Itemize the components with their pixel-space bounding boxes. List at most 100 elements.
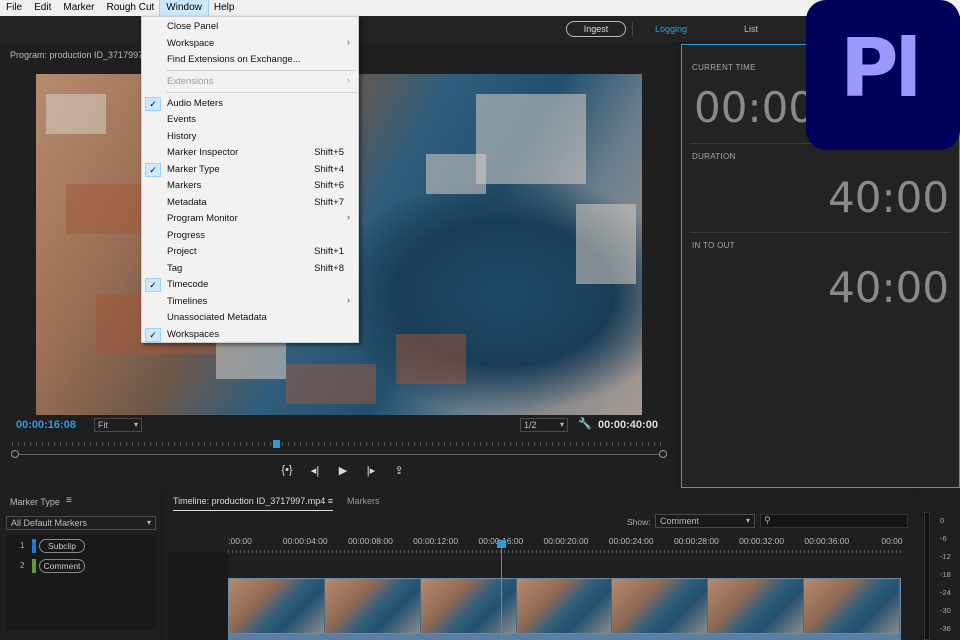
menu-item-label: Tag bbox=[167, 263, 183, 274]
menu-edit[interactable]: Edit bbox=[28, 0, 57, 16]
db-scale-label: -24 bbox=[940, 588, 951, 597]
tab-list[interactable]: List bbox=[744, 24, 758, 34]
timeline-tick-label: 00:00:28:00 bbox=[673, 536, 719, 546]
audio-meters: 0 -6 -12 -18 -24 -30 -36 bbox=[918, 490, 960, 640]
menu-item-marker-type[interactable]: ✓ Marker Type Shift+4 bbox=[142, 162, 358, 178]
db-scale-label: -36 bbox=[940, 624, 951, 633]
current-timecode[interactable]: 00:00:16:08 bbox=[16, 419, 76, 431]
menu-item-project[interactable]: Project Shift+1 bbox=[142, 244, 358, 260]
menu-item-find-extensions-on-exchange[interactable]: Find Extensions on Exchange... bbox=[142, 52, 358, 68]
timeline-tick-label: :00:00 bbox=[228, 536, 252, 546]
menu-item-shortcut: Shift+1 bbox=[314, 246, 344, 257]
clip-thumbnail bbox=[420, 579, 517, 633]
ingest-button[interactable]: Ingest bbox=[566, 21, 626, 37]
step-back-icon[interactable]: ◂| bbox=[308, 464, 322, 477]
marker-type-chip[interactable]: Comment bbox=[39, 559, 85, 573]
marker-type-row[interactable]: 1 Subclip bbox=[6, 537, 156, 555]
menu-item-label: Workspaces bbox=[167, 329, 220, 340]
menu-item-events[interactable]: Events bbox=[142, 112, 358, 128]
menu-item-timelines[interactable]: Timelines › bbox=[142, 294, 358, 310]
menu-item-markers[interactable]: Markers Shift+6 bbox=[142, 178, 358, 194]
timeline-playhead-line[interactable] bbox=[501, 540, 502, 640]
menu-item-label: Markers bbox=[167, 180, 202, 191]
menu-item-label: Marker Type bbox=[167, 164, 220, 175]
menu-item-label: Timecode bbox=[167, 279, 209, 290]
menu-item-tag[interactable]: Tag Shift+8 bbox=[142, 261, 358, 277]
play-icon[interactable]: ▶ bbox=[336, 464, 350, 477]
video-clip[interactable] bbox=[228, 578, 901, 634]
menu-file[interactable]: File bbox=[0, 0, 28, 16]
menu-item-label: History bbox=[167, 131, 197, 142]
scrub-bar[interactable] bbox=[12, 454, 664, 455]
step-forward-icon[interactable]: |▸ bbox=[364, 464, 378, 477]
marker-color-swatch[interactable] bbox=[32, 539, 36, 553]
menu-marker[interactable]: Marker bbox=[57, 0, 100, 16]
timeline-playhead[interactable] bbox=[497, 540, 506, 548]
menu-item-label: Unassociated Metadata bbox=[167, 312, 267, 323]
menu-item-shortcut: Shift+5 bbox=[314, 147, 344, 158]
marker-type-number: 2 bbox=[20, 561, 25, 570]
db-scale-label: -30 bbox=[940, 606, 951, 615]
scrub-start-handle[interactable] bbox=[11, 450, 19, 458]
wrench-icon[interactable]: 🔧 bbox=[578, 417, 592, 430]
tab-markers[interactable]: Markers bbox=[347, 496, 380, 506]
export-frame-icon[interactable]: ⇪ bbox=[392, 464, 406, 477]
menu-item-history[interactable]: History bbox=[142, 129, 358, 145]
menu-item-label: Marker Inspector bbox=[167, 147, 239, 158]
db-scale-label: -18 bbox=[940, 570, 951, 579]
timeline-ruler[interactable]: :00:00 00:00:04:00 00:00:08:00 00:00:12:00 0… bbox=[228, 536, 904, 556]
menu-item-marker-inspector[interactable]: Marker Inspector Shift+5 bbox=[142, 145, 358, 161]
menu-rough-cut[interactable]: Rough Cut bbox=[100, 0, 160, 16]
show-dropdown[interactable]: Comment bbox=[655, 514, 755, 528]
menu-item-unassociated-metadata[interactable]: Unassociated Metadata bbox=[142, 310, 358, 326]
audio-clip[interactable] bbox=[228, 634, 901, 640]
menu-item-timecode[interactable]: ✓ Timecode bbox=[142, 277, 358, 293]
in-to-out-label: IN TO OUT bbox=[692, 241, 735, 250]
menu-item-close-panel[interactable]: Close Panel bbox=[142, 19, 358, 35]
add-marker-icon[interactable]: {•} bbox=[280, 464, 294, 477]
monitor-playhead[interactable] bbox=[272, 440, 280, 448]
menu-item-audio-meters[interactable]: ✓ Audio Meters bbox=[142, 96, 358, 112]
menu-window[interactable]: Window bbox=[159, 0, 209, 17]
marker-filter-dropdown[interactable]: All Default Markers bbox=[6, 516, 156, 530]
resolution-value: 1/2 bbox=[524, 420, 537, 430]
menu-item-workspaces[interactable]: ✓ Workspaces bbox=[142, 327, 358, 343]
current-time-value: 00:00 bbox=[694, 83, 816, 132]
in-to-out-value: 40:00 bbox=[828, 263, 950, 312]
duration-timecode: 00:00:40:00 bbox=[598, 419, 658, 431]
scrub-end-handle[interactable] bbox=[659, 450, 667, 458]
menu-item-label: Find Extensions on Exchange... bbox=[167, 54, 301, 65]
tab-timeline[interactable]: Timeline: production ID_3717997.mp4 ≡ bbox=[173, 496, 334, 511]
marker-type-chip[interactable]: Subclip bbox=[39, 539, 85, 553]
search-input[interactable]: ⚲ bbox=[760, 514, 908, 528]
marker-color-swatch[interactable] bbox=[32, 559, 36, 573]
menu-help[interactable]: Help bbox=[208, 0, 241, 16]
panel-menu-icon[interactable]: ≡ bbox=[66, 495, 72, 506]
marker-type-row[interactable]: 2 Comment bbox=[6, 557, 156, 575]
menu-item-metadata[interactable]: Metadata Shift+7 bbox=[142, 195, 358, 211]
tab-logging[interactable]: Logging bbox=[655, 24, 687, 34]
chevron-right-icon: › bbox=[347, 75, 350, 85]
monitor-time-ruler[interactable] bbox=[12, 442, 664, 452]
header-divider bbox=[632, 22, 633, 36]
menu-item-label: Audio Meters bbox=[167, 98, 223, 109]
timeline-ruler-ticks bbox=[228, 550, 904, 553]
menu-item-workspace[interactable]: Workspace › bbox=[142, 36, 358, 52]
menu-item-label: Progress bbox=[167, 230, 206, 241]
marker-type-title[interactable]: Marker Type bbox=[10, 497, 60, 507]
resolution-dropdown[interactable]: 1/2 bbox=[520, 418, 568, 432]
search-icon: ⚲ bbox=[764, 515, 771, 525]
menu-item-progress[interactable]: Progress bbox=[142, 228, 358, 244]
db-scale-label: -6 bbox=[940, 534, 947, 543]
db-scale-label: 0 bbox=[940, 516, 945, 525]
menu-separator bbox=[166, 70, 356, 71]
timeline-tick-label: 00:00:24:00 bbox=[608, 536, 654, 546]
fit-dropdown[interactable]: Fit bbox=[94, 418, 142, 432]
panel-menu-icon[interactable]: ≡ bbox=[328, 496, 333, 506]
menu-item-label: Close Panel bbox=[167, 21, 219, 32]
menu-item-program-monitor[interactable]: Program Monitor › bbox=[142, 211, 358, 227]
timeline-tick-label: 00:00:04:00 bbox=[282, 536, 328, 546]
menu-item-shortcut: Shift+7 bbox=[314, 197, 344, 208]
transport-controls: {•} ◂| ▶ |▸ ⇪ bbox=[280, 464, 406, 477]
logging-divider bbox=[690, 232, 950, 233]
